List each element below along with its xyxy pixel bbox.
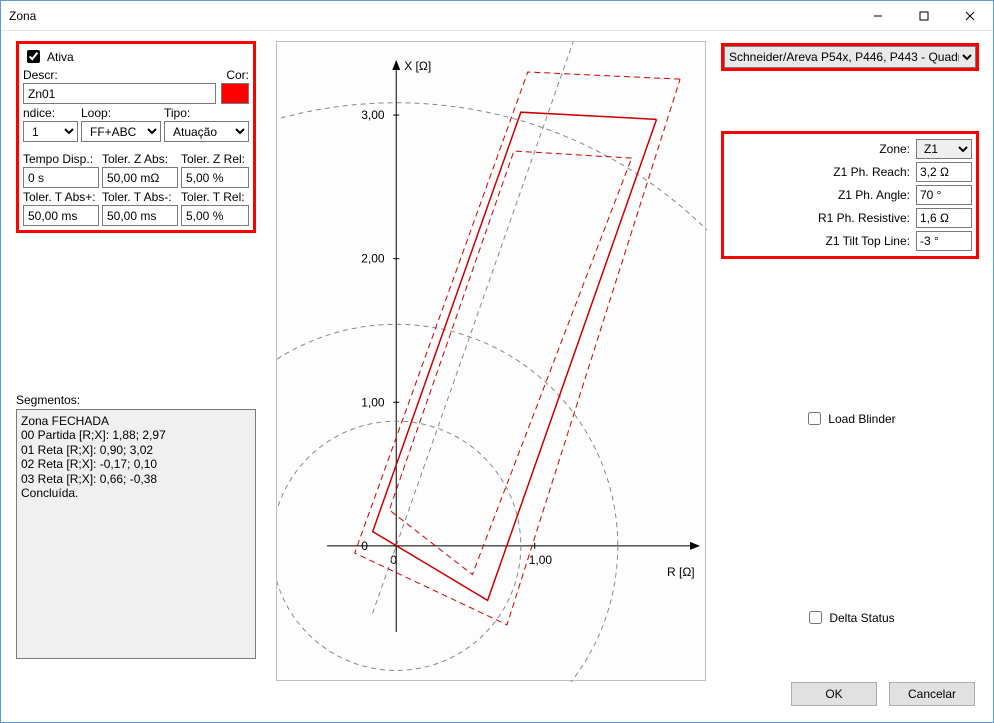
minimize-button[interactable] (855, 1, 901, 31)
toler-t-absp-input[interactable] (23, 205, 99, 226)
ativa-label: Ativa (47, 50, 74, 64)
toler-z-abs-input[interactable] (102, 167, 178, 188)
svg-text:R [Ω]: R [Ω] (667, 565, 695, 579)
toler-t-rel-input[interactable] (181, 205, 249, 226)
cancel-button[interactable]: Cancelar (889, 682, 975, 706)
loop-label: Loop: (81, 106, 161, 120)
toler-t-rel-label: Toler. T Rel: (181, 190, 249, 204)
left-panel: Ativa Descr: Cor: ndice: 1 (16, 41, 256, 659)
load-blinder-label: Load Blinder (828, 412, 895, 426)
svg-text:2,00: 2,00 (361, 252, 385, 266)
toler-t-absm-label: Toler. T Abs-: (102, 190, 178, 204)
z1-reach-label: Z1 Ph. Reach: (833, 165, 910, 179)
delta-status-row: Delta Status (721, 608, 979, 627)
svg-text:X [Ω]: X [Ω] (404, 59, 431, 73)
segments-section: Segmentos: Zona FECHADA 00 Partida [R;X]… (16, 393, 256, 659)
content: Ativa Descr: Cor: ndice: 1 (1, 31, 993, 722)
toler-z-abs-label: Toler. Z Abs: (102, 152, 178, 166)
cor-swatch[interactable] (221, 83, 249, 104)
z1-angle-label: Z1 Ph. Angle: (838, 188, 910, 202)
zone-select[interactable]: Z1 (916, 139, 972, 159)
r1-res-input[interactable] (916, 208, 972, 228)
tipo-label: Tipo: (164, 106, 249, 120)
dialog-buttons: OK Cancelar (791, 682, 975, 706)
indice-select[interactable]: 1 (23, 121, 78, 142)
load-blinder-checkbox[interactable] (808, 412, 821, 425)
loop-select[interactable]: FF+ABC (81, 121, 161, 142)
ativa-checkbox-row: Ativa (23, 47, 74, 66)
zone-label: Zone: (879, 142, 910, 156)
toler-z-rel-label: Toler. Z Rel: (181, 152, 249, 166)
tipo-select[interactable]: Atuação (164, 121, 249, 142)
cor-label: Cor: (226, 68, 249, 82)
descr-input[interactable] (23, 83, 216, 104)
zone-params-box: Zone: Z1 Z1 Ph. Reach: Z1 Ph. Angle: R1 … (721, 131, 979, 259)
device-select-box: Schneider/Areva P54x, P446, P443 - Quadr… (721, 43, 979, 71)
svg-text:1,00: 1,00 (529, 553, 553, 567)
z1-angle-input[interactable] (916, 185, 972, 205)
z1-tilt-input[interactable] (916, 231, 972, 251)
tempo-disp-input[interactable] (23, 167, 99, 188)
svg-text:1,00: 1,00 (361, 395, 385, 409)
zone-settings-box: Ativa Descr: Cor: ndice: 1 (16, 41, 256, 233)
window-title: Zona (9, 9, 855, 23)
segments-list[interactable]: Zona FECHADA 00 Partida [R;X]: 1,88; 2,9… (16, 409, 256, 659)
close-button[interactable] (947, 1, 993, 31)
svg-text:0: 0 (361, 539, 368, 553)
segments-label: Segmentos: (16, 393, 256, 407)
toler-z-rel-input[interactable] (181, 167, 249, 188)
ativa-checkbox[interactable] (27, 50, 40, 63)
indice-label: ndice: (23, 106, 78, 120)
svg-text:3,00: 3,00 (361, 108, 385, 122)
toler-t-absm-input[interactable] (102, 205, 178, 226)
right-panel: Schneider/Areva P54x, P446, P443 - Quadr… (721, 43, 979, 627)
r1-res-label: R1 Ph. Resistive: (818, 211, 910, 225)
chart-svg: X [Ω]R [Ω]01,0001,002,003,00 (277, 42, 707, 682)
load-blinder-row: Load Blinder (721, 409, 979, 428)
ok-button[interactable]: OK (791, 682, 877, 706)
maximize-button[interactable] (901, 1, 947, 31)
impedance-chart: X [Ω]R [Ω]01,0001,002,003,00 (276, 41, 706, 681)
delta-status-checkbox[interactable] (809, 611, 822, 624)
descr-label: Descr: (23, 68, 216, 82)
zona-window: Zona Ativa Descr: Cor: (0, 0, 994, 723)
device-select[interactable]: Schneider/Areva P54x, P446, P443 - Quadr… (724, 46, 976, 68)
z1-reach-input[interactable] (916, 162, 972, 182)
tempo-disp-label: Tempo Disp.: (23, 152, 99, 166)
z1-tilt-label: Z1 Tilt Top Line: (826, 234, 911, 248)
delta-status-label: Delta Status (829, 611, 894, 625)
titlebar: Zona (1, 1, 993, 31)
toler-t-absp-label: Toler. T Abs+: (23, 190, 99, 204)
